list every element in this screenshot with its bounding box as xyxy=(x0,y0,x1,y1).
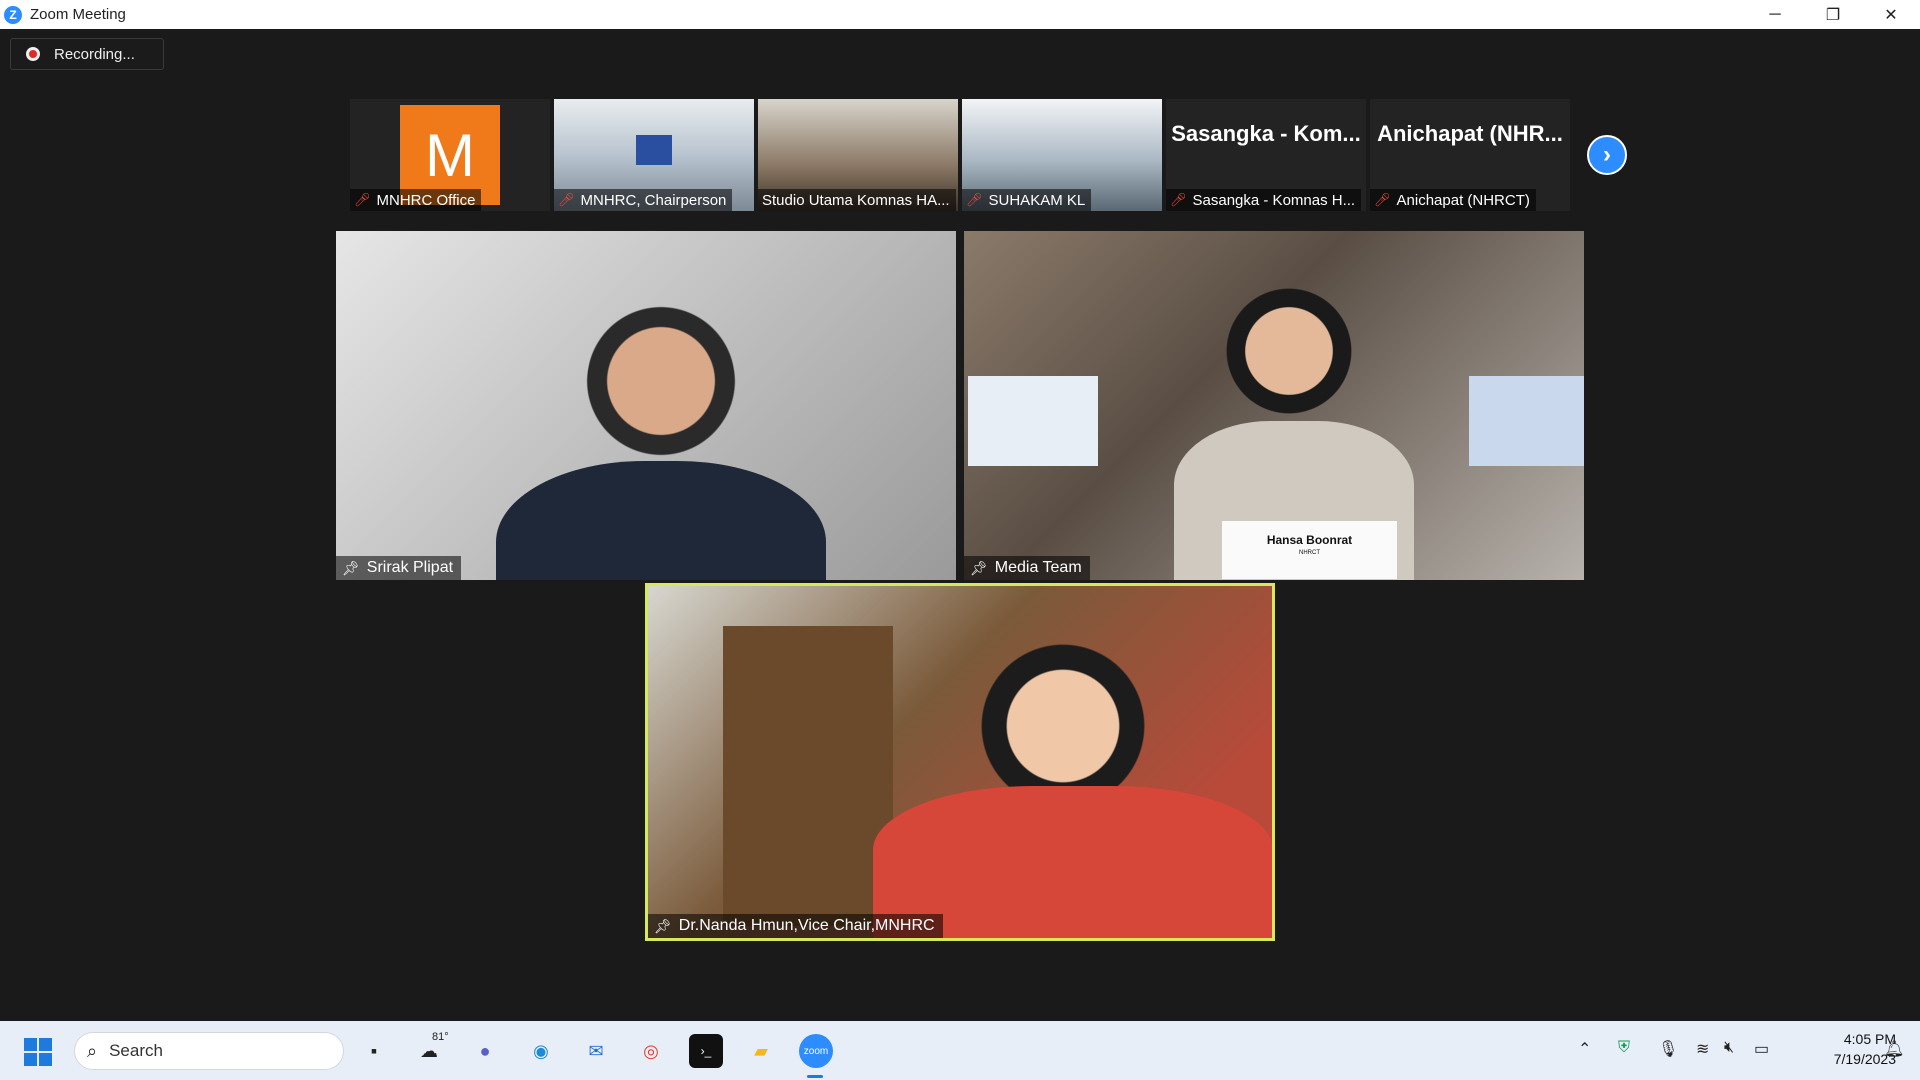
participant-thumbnail[interactable]: 🎤︎ MNHRC, Chairperson xyxy=(554,99,754,211)
participant-name: Sasangka - Komnas H... xyxy=(1192,191,1356,209)
chrome-icon[interactable]: ◎ xyxy=(634,1034,668,1068)
participant-name: Anichapat (NHRCT) xyxy=(1396,191,1530,209)
clock-date: 7/19/2023 xyxy=(1833,1051,1896,1067)
window-titlebar: Z Zoom Meeting ─ ❐ ✕ xyxy=(0,0,1920,29)
participant-strip: M 🎤︎ MNHRC Office 🎤︎ MNHRC, Chairperson … xyxy=(350,99,1570,211)
participant-name-tag: 🎤︎ Sasangka - Komnas H... xyxy=(1166,189,1362,211)
participant-name-tag: 🎤︎ MNHRC, Chairperson xyxy=(554,189,733,211)
taskbar-search[interactable]: ⌕ Search xyxy=(74,1032,344,1070)
participant-name-tag: 🎤︎ SUHAKAM KL xyxy=(962,189,1092,211)
close-button[interactable]: ✕ xyxy=(1862,0,1920,29)
active-speaker-tile[interactable]: 📌︎ Dr.Nanda Hmun,Vice Chair,MNHRC xyxy=(645,583,1275,941)
participant-display-name: Anichapat (NHR... xyxy=(1377,121,1563,146)
mic-off-icon: 🎤︎ xyxy=(1170,192,1187,207)
participant-thumbnail[interactable]: 🎤︎ SUHAKAM KL xyxy=(962,99,1162,211)
placard-name: Hansa Boonrat xyxy=(1266,533,1353,547)
record-icon xyxy=(26,47,40,61)
recording-label: Recording... xyxy=(54,45,135,63)
search-placeholder: Search xyxy=(109,1041,163,1060)
participant-name-tag: Studio Utama Komnas HA... xyxy=(758,189,956,211)
participant-name: MNHRC Office xyxy=(376,191,476,209)
next-page-button[interactable]: › xyxy=(1587,135,1627,175)
mic-off-icon: 🎤︎ xyxy=(558,192,575,207)
file-explorer-icon[interactable]: ▰ xyxy=(744,1034,778,1068)
participant-thumbnail[interactable]: Anichapat (NHR... 🎤︎ Anichapat (NHRCT) xyxy=(1370,99,1570,211)
flag xyxy=(968,376,1098,466)
mic-off-icon: 🎤︎ xyxy=(1374,192,1391,207)
flag xyxy=(1469,376,1584,466)
speaker-muted-icon[interactable]: 🔇︎ xyxy=(1724,1039,1734,1057)
taskbar: ⌕ Search ▪ ☁ 81° ● ◉ ✉ ◎ ›_ ▰ zoom ⌃ ⛨ 🎙… xyxy=(0,1021,1920,1080)
pin-icon: 📌︎ xyxy=(342,559,360,576)
minimize-button[interactable]: ─ xyxy=(1746,0,1804,29)
system-clock[interactable]: 4:05 PM 7/19/2023 xyxy=(1776,1029,1896,1069)
battery-icon[interactable]: ▭ xyxy=(1754,1039,1769,1059)
video-tile[interactable]: 📌︎ Srirak Plipat xyxy=(336,231,956,580)
participant-thumbnail[interactable]: M 🎤︎ MNHRC Office xyxy=(350,99,550,211)
video-feed xyxy=(636,135,672,165)
mail-icon[interactable]: ✉ xyxy=(579,1034,613,1068)
participant-name-tag: 📌︎ Srirak Plipat xyxy=(336,556,462,580)
edge-icon[interactable]: ◉ xyxy=(524,1034,558,1068)
chevron-right-icon: › xyxy=(1603,141,1611,168)
participant-name-tag: 📌︎ Dr.Nanda Hmun,Vice Chair,MNHRC xyxy=(648,914,943,938)
search-icon: ⌕ xyxy=(87,1040,98,1061)
participant-name-tag: 🎤︎ MNHRC Office xyxy=(350,189,482,211)
weather-temp: 81° xyxy=(432,1031,449,1043)
windows-start-icon[interactable] xyxy=(24,1038,52,1066)
participant-thumbnail[interactable]: Sasangka - Kom... 🎤︎ Sasangka - Komnas H… xyxy=(1166,99,1366,211)
mic-off-icon: 🎤︎ xyxy=(354,192,371,207)
terminal-icon[interactable]: ›_ xyxy=(689,1034,723,1068)
video-tile[interactable]: Hansa Boonrat NHRCT 📌︎ Media Team xyxy=(964,231,1584,580)
restore-button[interactable]: ❐ xyxy=(1804,0,1862,29)
name-placard: Hansa Boonrat NHRCT xyxy=(1222,521,1397,579)
participant-name-tag: 🎤︎ Anichapat (NHRCT) xyxy=(1370,189,1536,211)
participant-name: Dr.Nanda Hmun,Vice Chair,MNHRC xyxy=(678,917,935,934)
pin-icon: 📌︎ xyxy=(654,917,672,934)
zoom-icon[interactable]: zoom xyxy=(799,1034,833,1068)
participant-name: Studio Utama Komnas HA... xyxy=(762,191,950,209)
door xyxy=(723,626,893,926)
mic-off-icon: 🎤︎ xyxy=(966,192,983,207)
active-app-indicator xyxy=(807,1075,823,1078)
notification-bell-icon[interactable]: 🔔︎ xyxy=(1884,1039,1904,1059)
participant-name: Media Team xyxy=(994,559,1082,576)
placard-org: NHRCT xyxy=(1299,550,1320,556)
participant-name: MNHRC, Chairperson xyxy=(580,191,727,209)
teams-chat-icon[interactable]: ● xyxy=(468,1034,502,1068)
participant-thumbnail[interactable]: Studio Utama Komnas HA... xyxy=(758,99,958,211)
recording-indicator[interactable]: Recording... xyxy=(10,38,164,70)
participant-video xyxy=(496,461,826,580)
window-title: Zoom Meeting xyxy=(30,6,126,23)
chevron-up-icon[interactable]: ⌃ xyxy=(1578,1039,1591,1059)
participant-name-tag: 📌︎ Media Team xyxy=(964,556,1090,580)
clock-time: 4:05 PM xyxy=(1843,1031,1896,1047)
participant-video xyxy=(1224,271,1354,431)
task-view-icon[interactable]: ▪ xyxy=(357,1034,391,1068)
wifi-icon[interactable]: ≋ xyxy=(1696,1039,1709,1059)
participant-display-name: Sasangka - Kom... xyxy=(1171,121,1361,146)
window-controls: ─ ❐ ✕ xyxy=(1746,0,1920,29)
participant-name: SUHAKAM KL xyxy=(988,191,1086,209)
security-shield-icon[interactable]: ⛨ xyxy=(1618,1039,1630,1057)
microphone-icon[interactable]: 🎙︎ xyxy=(1658,1039,1678,1059)
zoom-app-icon: Z xyxy=(4,5,22,24)
participant-name: Srirak Plipat xyxy=(366,559,454,576)
pin-icon: 📌︎ xyxy=(970,559,988,576)
